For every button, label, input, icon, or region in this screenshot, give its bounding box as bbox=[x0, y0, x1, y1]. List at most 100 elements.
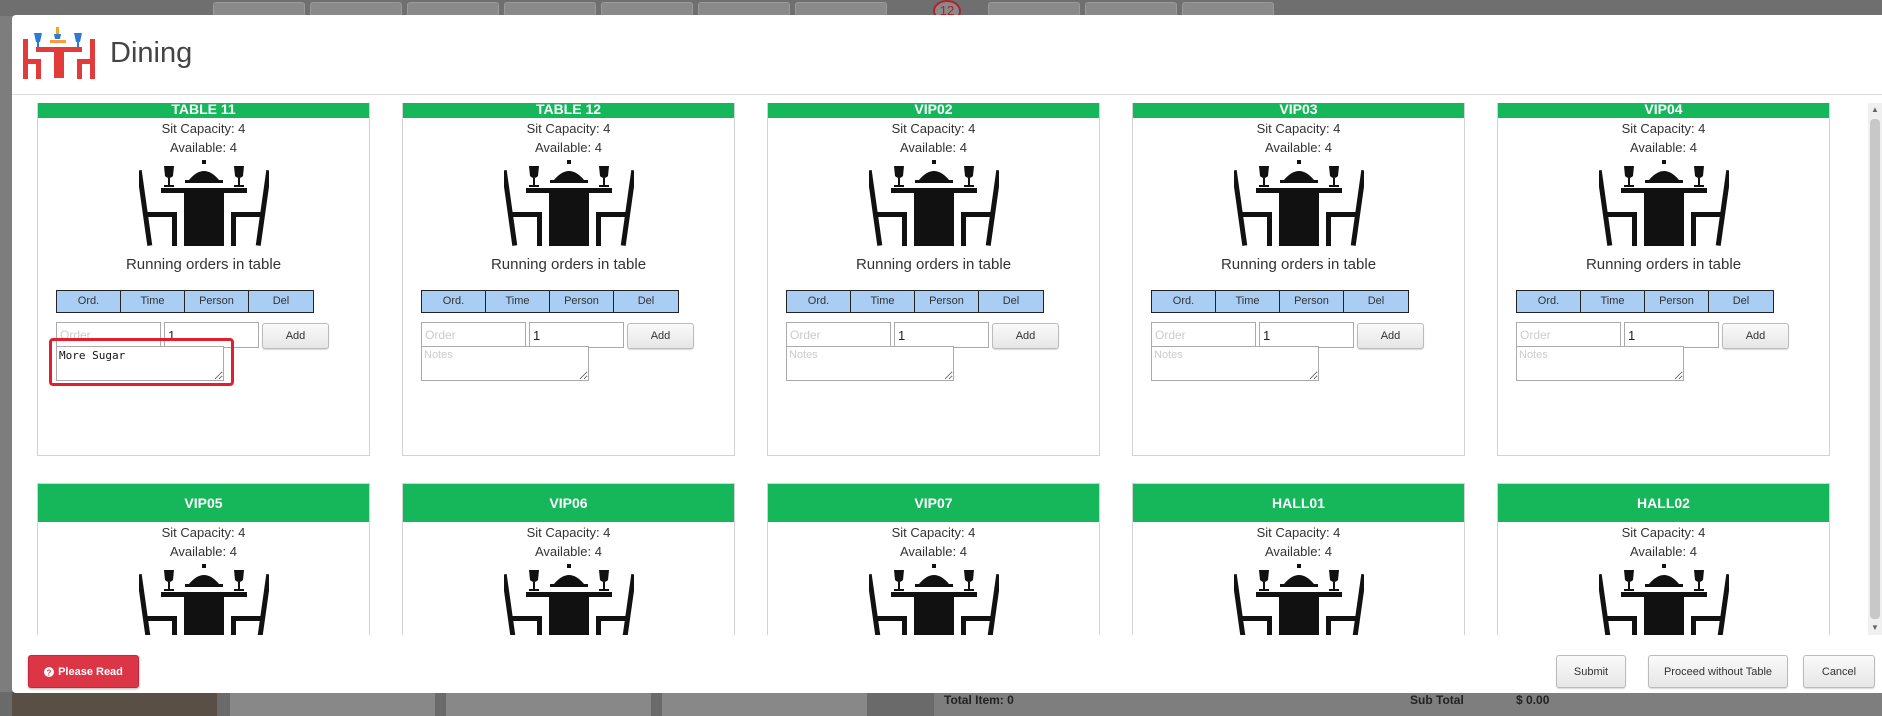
column-person: Person bbox=[550, 291, 614, 312]
dining-table-icon bbox=[138, 160, 269, 246]
column-del: Del bbox=[979, 291, 1043, 312]
sit-capacity: Sit Capacity: 4 bbox=[1256, 121, 1341, 136]
column-person: Person bbox=[1645, 291, 1709, 312]
availability: Available: 4 bbox=[535, 140, 602, 155]
column-ord: Ord. bbox=[57, 291, 121, 312]
table-name[interactable]: HALL02 bbox=[1498, 484, 1829, 522]
table-name[interactable]: VIP04 bbox=[1498, 103, 1829, 118]
quantity-input[interactable] bbox=[894, 322, 989, 348]
column-time: Time bbox=[121, 291, 185, 312]
table-card: VIP03 Sit Capacity: 4 Available: 4 Runni… bbox=[1132, 103, 1465, 456]
add-order-button[interactable]: Add bbox=[1357, 323, 1424, 349]
scrollbar-thumb[interactable] bbox=[1870, 119, 1880, 619]
order-input[interactable] bbox=[1151, 322, 1256, 348]
sit-capacity: Sit Capacity: 4 bbox=[1621, 121, 1706, 136]
background-total-item: Total Item: 0 bbox=[944, 693, 1014, 707]
sit-capacity: Sit Capacity: 4 bbox=[161, 121, 246, 136]
dining-table-icon bbox=[1233, 564, 1364, 635]
question-circle-icon: ? bbox=[44, 666, 55, 677]
table-name[interactable]: VIP03 bbox=[1133, 103, 1464, 118]
proceed-without-table-button[interactable]: Proceed without Table bbox=[1648, 655, 1788, 688]
running-orders-label: Running orders in table bbox=[125, 256, 282, 273]
scroll-up-icon[interactable]: ▲ bbox=[1868, 103, 1882, 117]
background-product-thumbnail bbox=[230, 692, 435, 716]
notes-textarea[interactable] bbox=[786, 346, 954, 381]
table-card: HALL01 Sit Capacity: 4 Available: 4 bbox=[1132, 483, 1465, 635]
table-name[interactable]: TABLE 11 bbox=[38, 103, 369, 118]
column-del: Del bbox=[1344, 291, 1408, 312]
orders-table-header: Ord. Time Person Del bbox=[56, 290, 314, 313]
add-order-button[interactable]: Add bbox=[1722, 323, 1789, 349]
orders-table-header: Ord. Time Person Del bbox=[1516, 290, 1774, 313]
vertical-scrollbar[interactable]: ▲ ▼ bbox=[1868, 103, 1882, 635]
submit-button[interactable]: Submit bbox=[1556, 655, 1626, 688]
background-product-thumbnail bbox=[12, 692, 217, 716]
order-input[interactable] bbox=[56, 322, 161, 348]
modal-title: Dining bbox=[110, 37, 193, 69]
dining-table-icon bbox=[138, 564, 269, 635]
notes-textarea[interactable] bbox=[421, 346, 589, 381]
tables-scroll-area[interactable]: TABLE 11 Sit Capacity: 4 Available: 4 Ru… bbox=[12, 103, 1882, 635]
dining-table-icon bbox=[868, 160, 999, 246]
availability: Available: 4 bbox=[1265, 544, 1332, 559]
orders-table-header: Ord. Time Person Del bbox=[786, 290, 1044, 313]
table-name[interactable]: VIP02 bbox=[768, 103, 1099, 118]
column-del: Del bbox=[1709, 291, 1773, 312]
add-order-button[interactable]: Add bbox=[627, 323, 694, 349]
dining-table-icon bbox=[503, 564, 634, 635]
notes-textarea[interactable] bbox=[1151, 346, 1319, 381]
order-input[interactable] bbox=[421, 322, 526, 348]
cancel-button[interactable]: Cancel bbox=[1803, 655, 1875, 688]
running-orders-label: Running orders in table bbox=[490, 256, 647, 273]
please-read-button[interactable]: ? Please Read bbox=[28, 655, 139, 688]
availability: Available: 4 bbox=[170, 544, 237, 559]
background-order-totals: Total Item: 0 Sub Total $ 0.00 bbox=[934, 692, 1882, 716]
table-card: VIP04 Sit Capacity: 4 Available: 4 Runni… bbox=[1497, 103, 1830, 456]
sit-capacity: Sit Capacity: 4 bbox=[526, 525, 611, 540]
column-del: Del bbox=[614, 291, 678, 312]
running-orders-label: Running orders in table bbox=[1585, 256, 1742, 273]
column-person: Person bbox=[915, 291, 979, 312]
quantity-input[interactable] bbox=[164, 322, 259, 348]
notes-textarea[interactable] bbox=[56, 346, 224, 381]
quantity-input[interactable] bbox=[1259, 322, 1354, 348]
availability: Available: 4 bbox=[900, 544, 967, 559]
background-product-thumbnail bbox=[662, 692, 867, 716]
table-card: TABLE 11 Sit Capacity: 4 Available: 4 Ru… bbox=[37, 103, 370, 456]
table-name[interactable]: VIP06 bbox=[403, 484, 734, 522]
scroll-down-icon[interactable]: ▼ bbox=[1868, 621, 1882, 635]
add-order-button[interactable]: Add bbox=[262, 323, 329, 349]
background-sub-total-label: Sub Total bbox=[1410, 693, 1464, 707]
table-name[interactable]: VIP07 bbox=[768, 484, 1099, 522]
order-input[interactable] bbox=[786, 322, 891, 348]
column-time: Time bbox=[1581, 291, 1645, 312]
orders-table-header: Ord. Time Person Del bbox=[421, 290, 679, 313]
sit-capacity: Sit Capacity: 4 bbox=[1256, 525, 1341, 540]
table-name[interactable]: HALL01 bbox=[1133, 484, 1464, 522]
orders-table-header: Ord. Time Person Del bbox=[1151, 290, 1409, 313]
availability: Available: 4 bbox=[1630, 140, 1697, 155]
availability: Available: 4 bbox=[900, 140, 967, 155]
dining-modal: Dining TABLE 11 Sit Capacity: 4 Availabl… bbox=[12, 15, 1882, 693]
sit-capacity: Sit Capacity: 4 bbox=[891, 525, 976, 540]
availability: Available: 4 bbox=[535, 544, 602, 559]
table-card: HALL02 Sit Capacity: 4 Available: 4 bbox=[1497, 483, 1830, 635]
table-name[interactable]: TABLE 12 bbox=[403, 103, 734, 118]
sit-capacity: Sit Capacity: 4 bbox=[891, 121, 976, 136]
table-name[interactable]: VIP05 bbox=[38, 484, 369, 522]
column-person: Person bbox=[1280, 291, 1344, 312]
order-input[interactable] bbox=[1516, 322, 1621, 348]
column-time: Time bbox=[1216, 291, 1280, 312]
table-card: VIP02 Sit Capacity: 4 Available: 4 Runni… bbox=[767, 103, 1100, 456]
sit-capacity: Sit Capacity: 4 bbox=[526, 121, 611, 136]
quantity-input[interactable] bbox=[529, 322, 624, 348]
please-read-label: Please Read bbox=[58, 665, 123, 678]
column-ord: Ord. bbox=[422, 291, 486, 312]
add-order-button[interactable]: Add bbox=[992, 323, 1059, 349]
notes-textarea[interactable] bbox=[1516, 346, 1684, 381]
quantity-input[interactable] bbox=[1624, 322, 1719, 348]
dining-table-icon bbox=[1598, 160, 1729, 246]
table-card: VIP05 Sit Capacity: 4 Available: 4 bbox=[37, 483, 370, 635]
dining-table-icon bbox=[1233, 160, 1364, 246]
table-card: VIP06 Sit Capacity: 4 Available: 4 bbox=[402, 483, 735, 635]
